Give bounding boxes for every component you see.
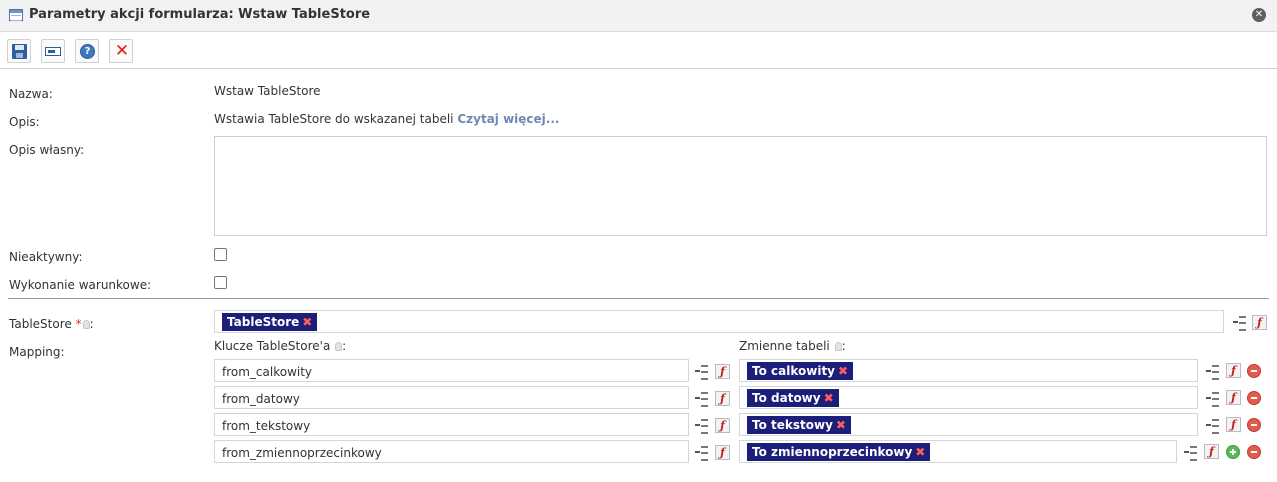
custom-description-label: Opis własny: — [9, 143, 85, 157]
list-picker-icon[interactable] — [695, 392, 709, 407]
close-icon[interactable]: ✕ — [1252, 8, 1266, 22]
section-divider — [8, 298, 1269, 299]
tablestore-tag-label: TableStore — [227, 315, 300, 329]
mapping-key-value: from_calkowity — [222, 365, 313, 379]
list-picker-icon[interactable] — [1206, 419, 1220, 434]
tablestore-label: TableStore *: — [9, 317, 94, 331]
mapping-label: Mapping: — [9, 345, 65, 359]
function-icon[interactable]: ƒ — [1226, 363, 1241, 378]
tag-remove-icon[interactable]: ✖ — [838, 364, 848, 378]
function-icon[interactable]: ƒ — [715, 391, 730, 406]
vars-header-colon: : — [841, 339, 846, 353]
var-tag: To tekstowy ✖ — [747, 416, 851, 434]
vars-header-text: Zmienne tabeli — [739, 339, 830, 353]
help-icon: ? — [80, 44, 95, 59]
var-tag-label: To calkowity — [752, 364, 835, 378]
mapping-var-field[interactable]: To datowy ✖ — [739, 386, 1198, 409]
list-picker-icon[interactable] — [1184, 446, 1198, 461]
vars-header: Zmienne tabeli : — [739, 339, 846, 353]
remove-row-icon[interactable] — [1247, 418, 1261, 432]
list-picker-icon[interactable] — [1233, 316, 1247, 331]
keys-header-colon: : — [342, 339, 347, 353]
function-icon[interactable]: ƒ — [1252, 315, 1267, 330]
cancel-icon: ✕ — [114, 41, 130, 61]
custom-description-textarea[interactable] — [214, 136, 1267, 236]
save-button[interactable] — [7, 39, 31, 63]
inactive-label: Nieaktywny: — [9, 250, 83, 264]
keys-header: Klucze TableStore'a : — [214, 339, 346, 353]
function-icon[interactable]: ƒ — [715, 418, 730, 433]
form-table-icon — [9, 9, 23, 21]
mapping-var-field[interactable]: To calkowity ✖ — [739, 359, 1198, 382]
read-more-link[interactable]: Czytaj więcej... — [457, 112, 559, 126]
tag-remove-icon[interactable]: ✖ — [824, 391, 834, 405]
var-tag: To zmiennoprzecinkowy ✖ — [747, 443, 931, 461]
description-value: Wstawia TableStore do wskazanej tabeli C… — [214, 112, 559, 126]
list-picker-icon[interactable] — [695, 446, 709, 461]
mapping-key-value: from_datowy — [222, 392, 300, 406]
hint-bulb-icon[interactable] — [834, 342, 842, 351]
mapping-key-field[interactable]: from_tekstowy — [214, 413, 689, 436]
conditional-label: Wykonanie warunkowe: — [9, 278, 152, 292]
required-mark: * — [75, 317, 82, 331]
mapping-key-field[interactable]: from_datowy — [214, 386, 689, 409]
list-picker-icon[interactable] — [1206, 365, 1220, 380]
tag-remove-icon[interactable]: ✖ — [915, 445, 925, 459]
name-value: Wstaw TableStore — [214, 84, 321, 98]
remove-row-icon[interactable] — [1247, 445, 1261, 459]
function-icon[interactable]: ƒ — [1204, 444, 1219, 459]
list-picker-icon[interactable] — [695, 365, 709, 380]
toolbar: ? ✕ — [0, 33, 1277, 69]
mapping-key-value: from_tekstowy — [222, 419, 311, 433]
hint-bulb-icon[interactable] — [82, 320, 90, 329]
keys-header-text: Klucze TableStore'a — [214, 339, 331, 353]
var-tag-label: To zmiennoprzecinkowy — [752, 445, 913, 459]
remove-row-icon[interactable] — [1247, 391, 1261, 405]
tablestore-tag: TableStore ✖ — [222, 313, 318, 331]
var-tag: To calkowity ✖ — [747, 362, 854, 380]
field-icon — [45, 47, 61, 56]
window-titlebar: Parametry akcji formularza: Wstaw TableS… — [0, 0, 1277, 32]
function-icon[interactable]: ƒ — [715, 364, 730, 379]
tag-remove-icon[interactable]: ✖ — [302, 315, 312, 329]
window-title: Parametry akcji formularza: Wstaw TableS… — [29, 7, 371, 22]
mapping-key-field[interactable]: from_calkowity — [214, 359, 689, 382]
mapping-var-field[interactable]: To tekstowy ✖ — [739, 413, 1198, 436]
description-text: Wstawia TableStore do wskazanej tabeli — [214, 112, 454, 126]
mapping-key-value: from_zmiennoprzecinkowy — [222, 446, 382, 460]
function-icon[interactable]: ƒ — [1226, 390, 1241, 405]
add-row-icon[interactable] — [1226, 445, 1240, 459]
tag-remove-icon[interactable]: ✖ — [836, 418, 846, 432]
remove-row-icon[interactable] — [1247, 364, 1261, 378]
help-button[interactable]: ? — [75, 39, 99, 63]
field-button[interactable] — [41, 39, 65, 63]
mapping-key-field[interactable]: from_zmiennoprzecinkowy — [214, 440, 689, 463]
mapping-var-field[interactable]: To zmiennoprzecinkowy ✖ — [739, 440, 1177, 463]
inactive-checkbox[interactable] — [214, 248, 227, 261]
tablestore-field[interactable]: TableStore ✖ — [214, 310, 1224, 333]
tablestore-label-text: TableStore — [9, 317, 72, 331]
tablestore-label-colon: : — [89, 317, 94, 331]
cancel-button[interactable]: ✕ — [109, 39, 133, 63]
var-tag: To datowy ✖ — [747, 389, 839, 407]
save-icon — [12, 44, 27, 59]
var-tag-label: To tekstowy — [752, 418, 833, 432]
name-label: Nazwa: — [9, 87, 53, 101]
list-picker-icon[interactable] — [1206, 392, 1220, 407]
function-icon[interactable]: ƒ — [715, 445, 730, 460]
list-picker-icon[interactable] — [695, 419, 709, 434]
function-icon[interactable]: ƒ — [1226, 417, 1241, 432]
description-label: Opis: — [9, 115, 40, 129]
var-tag-label: To datowy — [752, 391, 821, 405]
conditional-checkbox[interactable] — [214, 276, 227, 289]
